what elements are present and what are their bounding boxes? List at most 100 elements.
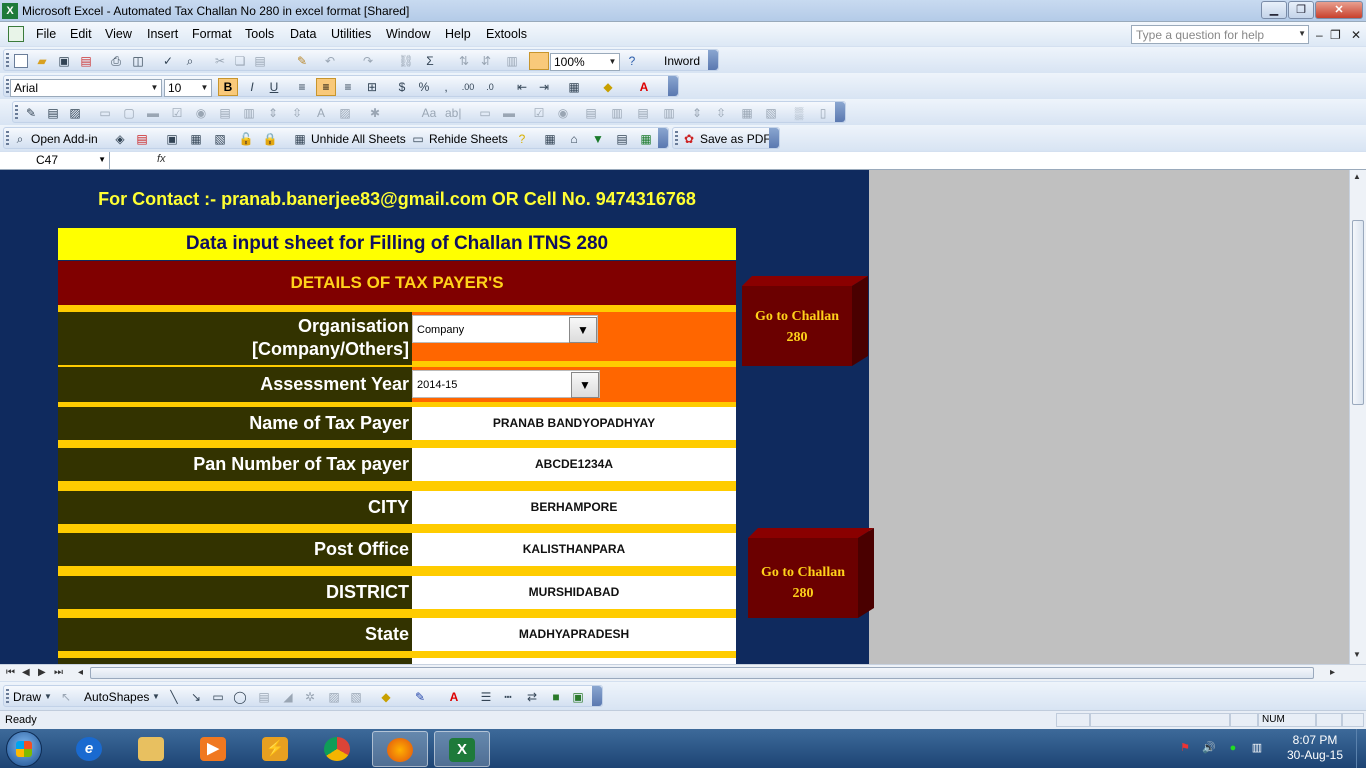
system-clock[interactable]: 8:07 PM 30-Aug-15 — [1280, 733, 1350, 763]
research-icon[interactable]: ⌕ — [182, 53, 198, 69]
chevron-down-icon[interactable]: ▼ — [148, 689, 164, 705]
print-icon[interactable]: ⎙ — [108, 53, 124, 69]
excel-app-icon[interactable]: X — [2, 3, 18, 19]
addin-tool-2-icon[interactable]: ▤ — [134, 131, 150, 147]
button-control-icon[interactable]: ▬ — [145, 105, 161, 121]
help-icon[interactable]: ? — [624, 53, 640, 69]
label-control-icon[interactable]: ▭ — [97, 105, 113, 121]
network-status-icon[interactable]: ● — [1226, 741, 1240, 755]
city-value[interactable]: BERHAMPORE — [412, 491, 736, 524]
assessment-year-dropdown[interactable]: 2014-15 ▼ — [412, 370, 600, 398]
increase-decimal-icon[interactable]: .00 — [460, 79, 476, 95]
image-control-icon[interactable]: ▨ — [337, 105, 353, 121]
font-name-select[interactable]: Arial ▼ — [10, 79, 162, 97]
bold-button[interactable]: B — [218, 78, 238, 96]
frame-icon[interactable]: ▭ — [477, 105, 493, 121]
lock-icon[interactable]: 🔒 — [262, 131, 278, 147]
close-button[interactable]: ✕ — [1315, 1, 1363, 19]
menu-data[interactable]: Data — [290, 27, 316, 41]
flag-icon[interactable]: ⚑ — [1178, 741, 1192, 755]
autosum-icon[interactable]: Σ — [422, 53, 438, 69]
grid-tool-icon[interactable]: ▦ — [542, 131, 558, 147]
open-icon[interactable]: ▰ — [34, 53, 50, 69]
taskbar-winamp[interactable]: ⚡ — [248, 731, 304, 767]
network-icon[interactable]: ▥ — [1250, 741, 1264, 755]
toolbar-grip[interactable] — [6, 131, 9, 145]
toolbar-grip[interactable] — [6, 53, 9, 67]
font-color-icon[interactable]: A — [446, 689, 462, 705]
toolbar-options-icon[interactable] — [658, 128, 668, 148]
arrow-icon[interactable]: ↘ — [188, 689, 204, 705]
decrease-decimal-icon[interactable]: .0 — [482, 79, 498, 95]
borders-icon[interactable]: ▦ — [566, 79, 582, 95]
toolbar-options-icon[interactable] — [769, 128, 779, 148]
control-properties-icon[interactable]: ▦ — [739, 105, 755, 121]
scroll-right-arrow-icon[interactable]: ▸ — [1330, 667, 1335, 678]
check-box-icon[interactable]: ☑ — [531, 105, 547, 121]
option-control-icon[interactable]: ◉ — [193, 105, 209, 121]
redo-icon[interactable]: ↷ — [360, 53, 376, 69]
scrollbar-control-icon[interactable]: ⇕ — [265, 105, 281, 121]
chevron-down-icon[interactable]: ▼ — [199, 81, 210, 95]
decrease-indent-icon[interactable]: ⇤ — [514, 79, 530, 95]
combo-box-icon[interactable]: ▥ — [609, 105, 625, 121]
view-code-icon[interactable]: ▨ — [67, 105, 83, 121]
menu-utilities[interactable]: Utilities — [331, 27, 371, 41]
new-icon[interactable] — [14, 54, 28, 68]
scroll-left-arrow-icon[interactable]: ◂ — [78, 667, 83, 678]
command-button-icon[interactable]: ▬ — [501, 105, 517, 121]
toolbar-options-icon[interactable] — [592, 686, 602, 706]
start-button[interactable] — [6, 731, 42, 767]
fill-color-icon[interactable]: ◆ — [378, 689, 394, 705]
chart-wizard-icon[interactable]: ▥ — [504, 53, 520, 69]
district-value[interactable]: MURSHIDABAD — [412, 576, 736, 609]
cut-icon[interactable]: ✂ — [212, 53, 228, 69]
export-tool-icon[interactable]: ▼ — [590, 131, 606, 147]
scroll-bar-icon[interactable]: ⇕ — [689, 105, 705, 121]
list-box-icon[interactable]: ▤ — [583, 105, 599, 121]
rectangle-icon[interactable]: ▭ — [210, 689, 226, 705]
menu-extools[interactable]: Extools — [486, 27, 527, 41]
shadow-icon[interactable]: ■ — [548, 689, 564, 705]
addin-tool-1-icon[interactable]: ◈ — [112, 131, 128, 147]
combination-drop-icon[interactable]: ▥ — [661, 105, 677, 121]
currency-icon[interactable]: $ — [394, 79, 410, 95]
show-desktop-button[interactable] — [1356, 729, 1366, 768]
post-office-value[interactable]: KALISTHANPARA — [412, 533, 736, 566]
taskbar-excel[interactable]: X — [434, 731, 490, 767]
worksheet[interactable]: For Contact :- pranab.banerjee83@gmail.c… — [0, 170, 1349, 664]
combination-list-icon[interactable]: ▤ — [635, 105, 651, 121]
toolbar-grip[interactable] — [15, 105, 18, 119]
merge-center-icon[interactable]: ⊞ — [364, 79, 380, 95]
table-tool-icon[interactable]: ▦ — [638, 131, 654, 147]
chevron-down-icon[interactable]: ▼ — [1298, 29, 1306, 38]
organisation-dropdown[interactable]: Company ▼ — [412, 315, 598, 343]
workbook-icon[interactable] — [8, 26, 24, 42]
line-style-icon[interactable]: ☰ — [478, 689, 494, 705]
go-to-challan-button-bottom[interactable]: Go to Challan 280 — [748, 528, 874, 618]
font-color-icon[interactable]: A — [636, 79, 652, 95]
first-sheet-icon[interactable]: ⏮ — [6, 667, 15, 678]
textbox-control-icon[interactable]: A — [313, 105, 329, 121]
toolbar-options-icon[interactable] — [708, 50, 718, 70]
sort-ascending-icon[interactable]: ⇅ — [456, 53, 472, 69]
font-size-select[interactable]: 10 ▼ — [164, 79, 212, 97]
format-painter-icon[interactable]: ✎ — [294, 53, 310, 69]
menu-help[interactable]: Help — [445, 27, 471, 41]
toolbar-grip[interactable] — [675, 131, 678, 145]
properties-icon[interactable]: ▤ — [45, 105, 61, 121]
toggle-grid-icon[interactable]: ▒ — [791, 105, 807, 121]
taskbar-internet-explorer[interactable]: e — [62, 731, 118, 767]
zoom-select[interactable]: 100% ▼ — [550, 53, 620, 71]
addin-tool-5-icon[interactable]: ▧ — [212, 131, 228, 147]
vertical-scroll-thumb[interactable] — [1352, 220, 1364, 405]
vertical-scrollbar[interactable]: ▲ ▼ — [1349, 170, 1366, 664]
align-right-icon[interactable]: ≡ — [340, 79, 356, 95]
print-preview-icon[interactable]: ◫ — [130, 53, 146, 69]
menu-file[interactable]: File — [36, 27, 56, 41]
unlock-icon[interactable]: 🔓 — [238, 131, 254, 147]
textbox-icon[interactable]: ▤ — [256, 689, 272, 705]
taskbar-media-player[interactable]: ▶ — [186, 731, 242, 767]
unhide-sheets-icon[interactable]: ▦ — [292, 131, 308, 147]
name-box[interactable]: C47 ▼ — [0, 152, 110, 169]
